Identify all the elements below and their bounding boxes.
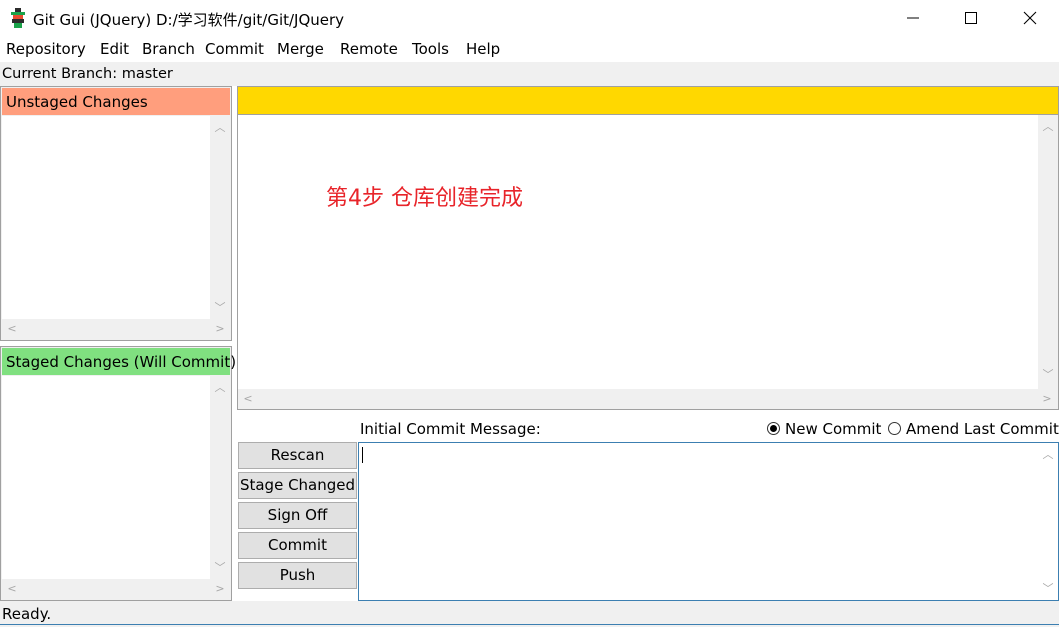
commit-button[interactable]: Commit xyxy=(238,532,357,559)
diff-header xyxy=(237,86,1059,115)
menu-branch[interactable]: Branch xyxy=(142,40,195,58)
unstaged-changes-pane: Unstaged Changes ︿ ﹀ < > xyxy=(0,86,232,341)
diff-annotation: 第4步 仓库创建完成 xyxy=(326,186,523,211)
menu-help[interactable]: Help xyxy=(466,40,500,58)
window-title: Git Gui (JQuery) D:/学习软件/git/Git/JQuery xyxy=(33,11,345,29)
menu-commit[interactable]: Commit xyxy=(205,40,264,58)
menu-edit[interactable]: Edit xyxy=(100,40,129,58)
new-commit-radio[interactable]: New Commit xyxy=(767,420,881,438)
unstaged-vertical-scrollbar[interactable]: ︿ ﹀ xyxy=(210,116,230,319)
scroll-left-icon[interactable]: < xyxy=(6,583,18,595)
scroll-up-icon[interactable]: ︿ xyxy=(214,382,226,394)
rescan-button[interactable]: Rescan xyxy=(238,442,357,469)
staged-changes-header: Staged Changes (Will Commit) xyxy=(2,348,236,375)
scroll-down-icon[interactable]: ﹀ xyxy=(1042,369,1054,381)
menu-bar: Repository Edit Branch Commit Merge Remo… xyxy=(0,38,1059,62)
scroll-left-icon[interactable]: < xyxy=(6,323,18,335)
commit-message-label: Initial Commit Message: xyxy=(360,420,541,438)
status-text: Ready. xyxy=(2,605,52,623)
scroll-down-icon[interactable]: ﹀ xyxy=(214,302,226,314)
git-gui-icon xyxy=(9,8,27,28)
radio-unchecked-icon xyxy=(888,422,901,435)
diff-viewer[interactable]: 第4步 仓库创建完成 ︿ ﹀ < > xyxy=(237,115,1059,410)
close-icon xyxy=(1023,11,1037,25)
stage-changed-button[interactable]: Stage Changed xyxy=(238,472,357,499)
radio-checked-icon xyxy=(767,422,780,435)
menu-tools[interactable]: Tools xyxy=(412,40,449,58)
menu-repository[interactable]: Repository xyxy=(6,40,86,58)
amend-last-commit-label: Amend Last Commit xyxy=(906,420,1059,438)
scroll-up-icon[interactable]: ︿ xyxy=(214,122,226,134)
menu-remote[interactable]: Remote xyxy=(340,40,398,58)
scroll-down-icon[interactable]: ﹀ xyxy=(1042,583,1054,595)
scroll-down-icon[interactable]: ﹀ xyxy=(214,562,226,574)
status-divider xyxy=(0,624,1059,625)
diff-horizontal-scrollbar[interactable]: < > xyxy=(238,389,1058,409)
minimize-button[interactable] xyxy=(886,0,940,36)
staged-horizontal-scrollbar[interactable]: < > xyxy=(2,579,230,599)
unstaged-horizontal-scrollbar[interactable]: < > xyxy=(2,319,230,339)
amend-last-commit-radio[interactable]: Amend Last Commit xyxy=(888,420,1059,438)
close-button[interactable] xyxy=(1003,0,1057,36)
commit-message-scrollbar[interactable]: ︿ ﹀ xyxy=(1038,443,1058,600)
scroll-up-icon[interactable]: ︿ xyxy=(1042,121,1054,133)
staged-vertical-scrollbar[interactable]: ︿ ﹀ xyxy=(210,376,230,579)
diff-vertical-scrollbar[interactable]: ︿ ﹀ xyxy=(1038,115,1058,389)
staged-changes-pane: Staged Changes (Will Commit) ︿ ﹀ < > xyxy=(0,346,236,601)
text-caret xyxy=(362,447,363,463)
sign-off-button[interactable]: Sign Off xyxy=(238,502,357,529)
scroll-right-icon[interactable]: > xyxy=(214,583,226,595)
scroll-right-icon[interactable]: > xyxy=(214,323,226,335)
unstaged-changes-header: Unstaged Changes xyxy=(2,88,230,115)
title-bar: Git Gui (JQuery) D:/学习软件/git/Git/JQuery xyxy=(0,0,1059,36)
scroll-up-icon[interactable]: ︿ xyxy=(1042,449,1054,461)
staged-file-list[interactable] xyxy=(2,376,210,579)
unstaged-changes-title: Unstaged Changes xyxy=(6,93,148,111)
menu-merge[interactable]: Merge xyxy=(277,40,324,58)
current-branch-label: Current Branch: master xyxy=(2,66,173,82)
maximize-icon xyxy=(965,12,977,24)
push-button[interactable]: Push xyxy=(238,562,357,589)
maximize-button[interactable] xyxy=(944,0,998,36)
staged-changes-title: Staged Changes (Will Commit) xyxy=(6,353,237,371)
new-commit-label: New Commit xyxy=(785,420,882,438)
scroll-left-icon[interactable]: < xyxy=(242,393,254,405)
commit-message-input[interactable]: ︿ ﹀ xyxy=(358,442,1059,601)
unstaged-file-list[interactable] xyxy=(2,116,210,319)
branch-bar: Current Branch: master xyxy=(0,62,1059,86)
minimize-icon xyxy=(907,17,919,19)
scroll-right-icon[interactable]: > xyxy=(1041,393,1053,405)
